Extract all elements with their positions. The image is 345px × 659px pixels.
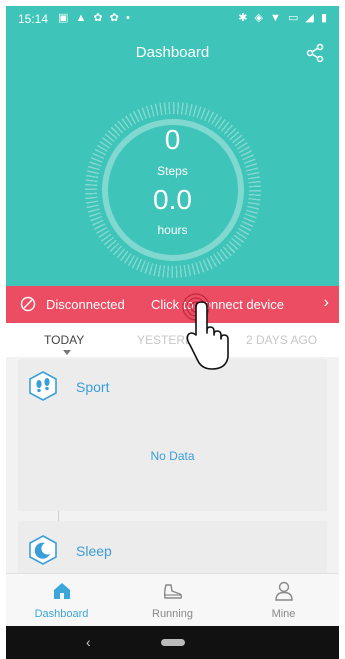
system-navigation-bar: ‹ — [6, 626, 339, 659]
sleep-card[interactable]: Sleep — [18, 521, 327, 581]
connection-status: Disconnected — [46, 297, 125, 312]
sport-card[interactable]: Sport No Data — [18, 359, 327, 511]
chevron-right-icon: › — [323, 294, 329, 311]
nav-dashboard-label: Dashboard — [34, 608, 89, 620]
footprints-icon — [29, 371, 57, 401]
timeline-connector — [58, 511, 59, 521]
hours-value: 0.0 — [153, 184, 192, 215]
tab-2-days-ago[interactable]: 2 DAYS AGO — [246, 333, 317, 347]
home-button[interactable] — [161, 639, 185, 646]
share-icon[interactable] — [305, 43, 325, 63]
sport-title: Sport — [76, 379, 110, 395]
status-bar: 15:14 ▣ ▲ ✿ ✿ • ✱ ◈ ▼ ▭ ◢ ▮ — [6, 6, 339, 30]
hours-label: hours — [157, 223, 188, 237]
moon-icon — [29, 535, 57, 565]
running-shoe-icon — [163, 584, 183, 599]
nav-mine[interactable]: Mine — [228, 574, 339, 627]
steps-value: 0 — [164, 124, 181, 155]
nav-running[interactable]: Running — [117, 574, 228, 627]
person-icon — [275, 581, 293, 601]
tap-hand-icon — [182, 293, 229, 370]
page-title: Dashboard — [135, 44, 210, 61]
active-tab-indicator — [63, 350, 71, 355]
nav-running-label: Running — [152, 608, 193, 620]
steps-label: Steps — [157, 164, 188, 178]
connect-device-banner[interactable]: Disconnected Click to connect device › — [6, 286, 339, 323]
nav-dashboard[interactable]: Dashboard — [6, 574, 117, 627]
nav-mine-label: Mine — [271, 608, 296, 620]
sleep-title: Sleep — [76, 543, 112, 559]
bottom-navigation: Dashboard Running Mine — [6, 573, 339, 626]
dashboard-hero: 15:14 ▣ ▲ ✿ ✿ • ✱ ◈ ▼ ▭ ◢ ▮ Dashboard 0 … — [6, 6, 339, 286]
notification-icons: ▣ ▲ ✿ ✿ • — [58, 12, 132, 24]
app-screen: 15:14 ▣ ▲ ✿ ✿ • ✱ ◈ ▼ ▭ ◢ ▮ Dashboard 0 … — [6, 6, 339, 659]
back-button[interactable]: ‹ — [86, 634, 91, 650]
status-time: 15:14 — [18, 12, 49, 26]
home-icon — [54, 583, 70, 599]
day-tabs: TODAY YESTERDAY 2 DAYS AGO — [6, 323, 339, 357]
power-icon — [20, 296, 36, 312]
system-status-icons: ✱ ◈ ▼ ▭ ◢ ▮ — [238, 12, 329, 24]
activity-list: Sport No Data Sleep — [6, 357, 339, 581]
sport-empty-text: No Data — [150, 449, 195, 463]
tab-today[interactable]: TODAY — [44, 333, 84, 347]
